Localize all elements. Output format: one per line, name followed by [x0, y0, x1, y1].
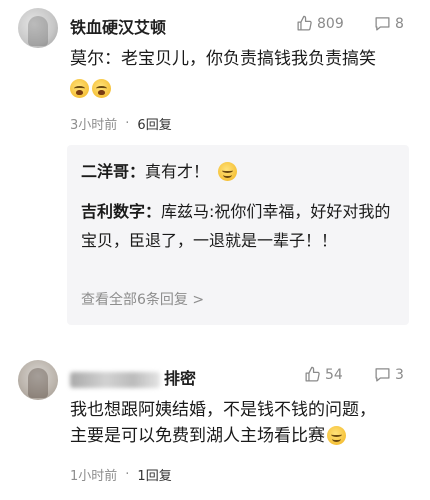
comment-username[interactable]: 铁血硬汉艾顿: [70, 14, 166, 38]
comment-item: 铁血硬汉艾顿 809 8 莫尔：老宝贝儿，你负责搞钱我负责搞笑 3小时前 · 6…: [0, 0, 430, 325]
reply-button[interactable]: 3: [374, 366, 404, 383]
avatar[interactable]: [18, 8, 58, 48]
reply-count: 3: [395, 366, 404, 383]
reply-link[interactable]: 6回复: [137, 114, 171, 133]
cry-laugh-emoji: [92, 79, 111, 98]
comment-username[interactable]: 排密: [70, 365, 196, 389]
view-all-replies-link[interactable]: 查看全部6条回复 >: [81, 289, 204, 309]
like-button[interactable]: 54: [304, 366, 343, 383]
sub-replies-box: 二洋哥：真有才！ 吉利数字：库兹马:祝你们幸福，好好对我的宝贝，臣退了，一退就是…: [67, 145, 409, 325]
sub-reply[interactable]: 二洋哥：真有才！: [81, 157, 401, 186]
avatar[interactable]: [18, 360, 58, 400]
reply-link[interactable]: 1回复: [137, 465, 171, 484]
timestamp: 3小时前: [70, 118, 118, 133]
cry-laugh-emoji: [70, 79, 89, 98]
sub-reply-text: 真有才！: [145, 162, 210, 181]
like-button[interactable]: 809: [296, 15, 344, 32]
reply-count: 8: [395, 15, 404, 32]
separator-dot: ·: [125, 467, 130, 482]
emoji-row: [70, 76, 114, 102]
timestamp: 1小时前: [70, 469, 118, 484]
thumbs-up-icon: [297, 15, 312, 31]
comment-meta: 1小时前 · 1回复: [70, 465, 172, 484]
comment-meta: 3小时前 · 6回复: [70, 114, 172, 133]
reply-button[interactable]: 8: [374, 15, 404, 32]
smile-emoji: [327, 426, 346, 445]
blurred-name-segment: [70, 371, 160, 388]
username-visible-part: 排密: [164, 369, 197, 388]
like-count: 809: [317, 15, 344, 32]
comment-icon: [375, 17, 390, 31]
comment-text: 我也想跟阿姨结婚，不是钱不钱的问题，主要是可以免费到湖人主场看比赛: [70, 397, 390, 449]
thumbs-up-icon: [305, 366, 320, 382]
smile-emoji: [218, 162, 238, 181]
comment-text: 莫尔：老宝贝儿，你负责搞钱我负责搞笑: [70, 46, 420, 72]
sub-reply[interactable]: 吉利数字：库兹马:祝你们幸福，好好对我的宝贝，臣退了，一退就是一辈子！！: [81, 197, 401, 255]
like-count: 54: [325, 366, 343, 383]
sub-reply-author[interactable]: 吉利数字：: [81, 202, 161, 221]
comment-item: 排密 54 3 我也想跟阿姨结婚，不是钱不钱的问题，主要是可以免费到湖人主场看比…: [0, 345, 430, 500]
comment-body: 莫尔：老宝贝儿，你负责搞钱我负责搞笑: [70, 49, 376, 69]
comment-icon: [375, 368, 390, 382]
separator-dot: ·: [125, 116, 130, 131]
sub-reply-author[interactable]: 二洋哥：: [81, 162, 145, 181]
